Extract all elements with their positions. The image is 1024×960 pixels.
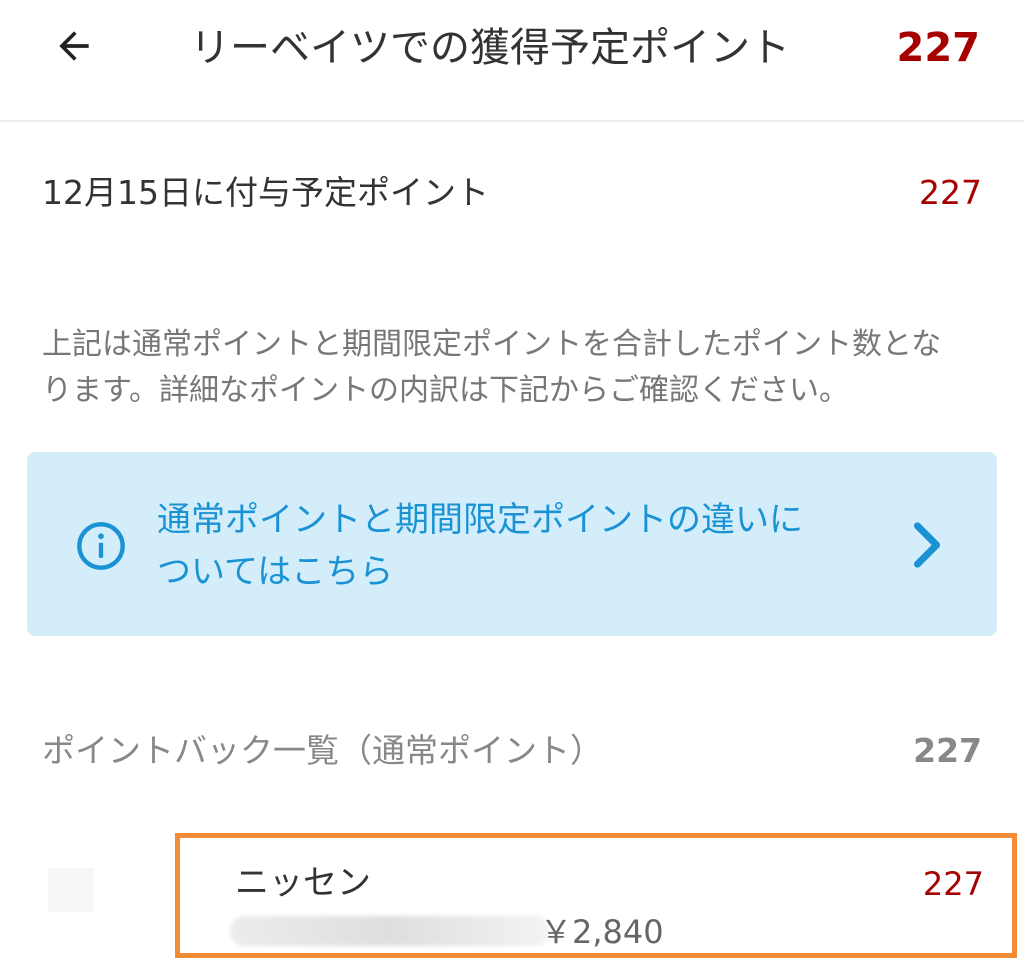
info-text-line-1: 通常ポイントと期間限定ポイントの違いに (157, 500, 803, 540)
store-name: ニッセン (235, 863, 371, 903)
points-difference-link[interactable]: 通常ポイントと期間限定ポイントの違いに ついてはこちら (27, 452, 997, 636)
info-text-line-2: ついてはこちら (157, 552, 394, 592)
rebates-points-page: リーベイツでの獲得予定ポイント 227 12月15日に付与予定ポイント 227 … (0, 0, 1024, 960)
store-thumbnail (48, 868, 94, 912)
scheduled-grant-label: 12月15日に付与予定ポイント (42, 173, 489, 212)
pointback-list-label: ポイントバック一覧（通常ポイント） (42, 731, 603, 770)
pointback-list-total: 227 (913, 731, 982, 770)
points-notice: 上記は通常ポイントと期間限定ポイントを合計したポイント数とな ります。詳細なポイ… (42, 322, 987, 414)
app-header: リーベイツでの獲得予定ポイント 227 (0, 0, 1024, 122)
notice-line-1: 上記は通常ポイントと期間限定ポイントを合計したポイント数とな (42, 327, 942, 362)
item-price: ￥2,840 (540, 913, 664, 951)
scheduled-grant-row: 12月15日に付与予定ポイント 227 (42, 170, 982, 218)
points-difference-text: 通常ポイントと期間限定ポイントの違いに ついてはこちら (157, 494, 803, 598)
blurred-detail (230, 916, 550, 946)
info-circle-icon (75, 520, 127, 572)
arrow-left-icon (52, 24, 96, 72)
back-button[interactable] (44, 22, 104, 74)
page-title: リーベイツでの獲得予定ポイント (190, 25, 790, 71)
notice-line-2: ります。詳細なポイントの内訳は下記からご確認ください。 (42, 373, 849, 408)
pointback-list-item[interactable]: ニッセン 227 ￥2,840 (175, 833, 1017, 958)
item-points: 227 (922, 865, 984, 903)
pointback-list-header: ポイントバック一覧（通常ポイント） 227 (42, 728, 982, 776)
chevron-right-icon (907, 522, 947, 568)
header-total-points: 227 (896, 25, 981, 71)
scheduled-grant-points: 227 (919, 173, 982, 212)
